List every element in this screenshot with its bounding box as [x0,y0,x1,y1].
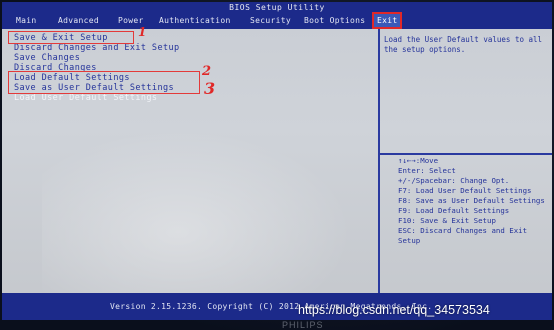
tab-main[interactable]: Main [16,14,36,27]
watermark-url: https://blog.csdn.net/qq_34573534 [298,303,490,317]
tab-bar: Main Advanced Power Authentication Secur… [2,12,552,29]
key-legend: ↑↓←→:Move Enter: Select +/-/Spacebar: Ch… [398,156,548,246]
menu-item-discard-exit-setup[interactable]: Discard Changes and Exit Setup [14,43,180,53]
bios-screen: BIOS Setup Utility Main Advanced Power A… [2,2,552,320]
tab-advanced[interactable]: Advanced [58,14,99,27]
menu-item-load-user-default[interactable]: Load User Default Settings [14,93,157,103]
window-title: BIOS Setup Utility [2,2,552,13]
key-f10: F10: Save & Exit Setup [398,216,496,225]
tab-boot-options[interactable]: Boot Options [304,14,365,27]
tab-security[interactable]: Security [250,14,291,27]
brand-logo: PHILIPS [282,320,324,330]
annotation-number-1: 1 [138,25,147,39]
help-panel: Load the User Default values to all the … [378,29,552,293]
key-f9: F9: Load Default Settings [398,206,510,215]
key-enter: Enter: Select [398,166,456,175]
menu-item-save-changes[interactable]: Save Changes [14,53,80,63]
tab-authentication[interactable]: Authentication [159,14,231,27]
help-divider [380,153,552,155]
highlight-box-2-3 [8,71,200,94]
annotation-number-2: 2 [202,64,212,79]
key-move: ↑↓←→:Move [398,156,439,165]
menu-panel: Save & Exit Setup Discard Changes and Ex… [4,25,376,293]
highlight-box-1 [8,31,134,44]
key-f8: F8: Save as User Default Settings [398,196,545,205]
key-esc: ESC: Discard Changes and Exit Setup [398,226,528,245]
tab-exit[interactable]: Exit [372,12,403,29]
help-description: Load the User Default values to all the … [384,35,543,54]
key-change-opt: +/-/Spacebar: Change Opt. [398,176,510,185]
key-f7: F7: Load User Default Settings [398,186,532,195]
annotation-number-3: 3 [204,79,216,98]
